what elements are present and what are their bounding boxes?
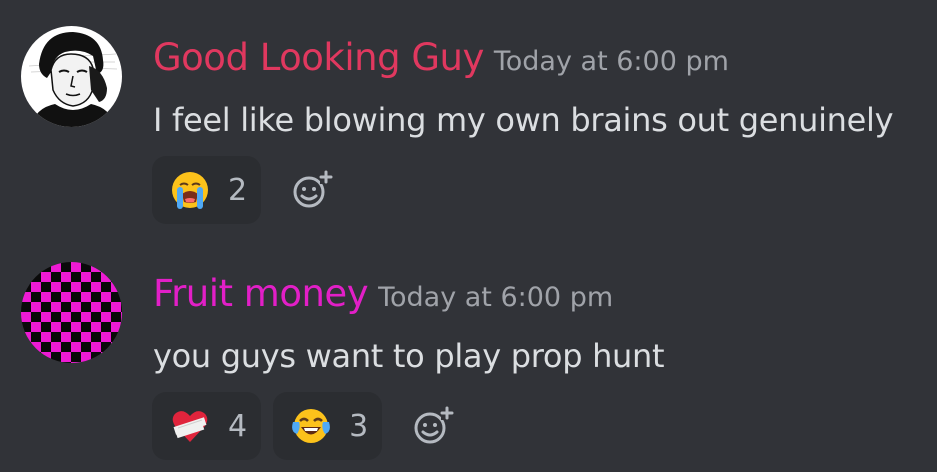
- reaction-button[interactable]: 4: [152, 392, 262, 460]
- username[interactable]: Good Looking Guy: [153, 36, 484, 79]
- message: Fruit money Today at 6:00 pm you guys wan…: [0, 236, 937, 472]
- reactions-bar: 2: [152, 156, 335, 224]
- reaction-count: 2: [228, 172, 248, 208]
- message: Good Looking Guy Today at 6:00 pm I feel …: [0, 0, 937, 236]
- message-header: Good Looking Guy Today at 6:00 pm: [153, 36, 729, 79]
- message-header: Fruit money Today at 6:00 pm: [153, 272, 613, 315]
- reaction-count: 4: [228, 408, 248, 444]
- mending-heart-icon: [170, 406, 210, 446]
- avatar[interactable]: [21, 26, 122, 127]
- timestamp: Today at 6:00 pm: [378, 282, 614, 313]
- message-text: I feel like blowing my own brains out ge…: [153, 101, 894, 139]
- loudly-crying-face-icon: [170, 170, 210, 210]
- add-reaction-icon[interactable]: [412, 404, 456, 448]
- reaction-button[interactable]: 2: [152, 156, 262, 224]
- timestamp: Today at 6:00 pm: [493, 46, 729, 77]
- avatar[interactable]: [21, 262, 122, 363]
- add-reaction-icon[interactable]: [291, 168, 335, 212]
- message-text: you guys want to play prop hunt: [153, 337, 665, 375]
- reactions-bar: 4 3: [152, 392, 456, 460]
- face-with-tears-of-joy-icon: [291, 406, 331, 446]
- reaction-count: 3: [349, 408, 369, 444]
- username[interactable]: Fruit money: [153, 272, 369, 315]
- reaction-button[interactable]: 3: [273, 392, 383, 460]
